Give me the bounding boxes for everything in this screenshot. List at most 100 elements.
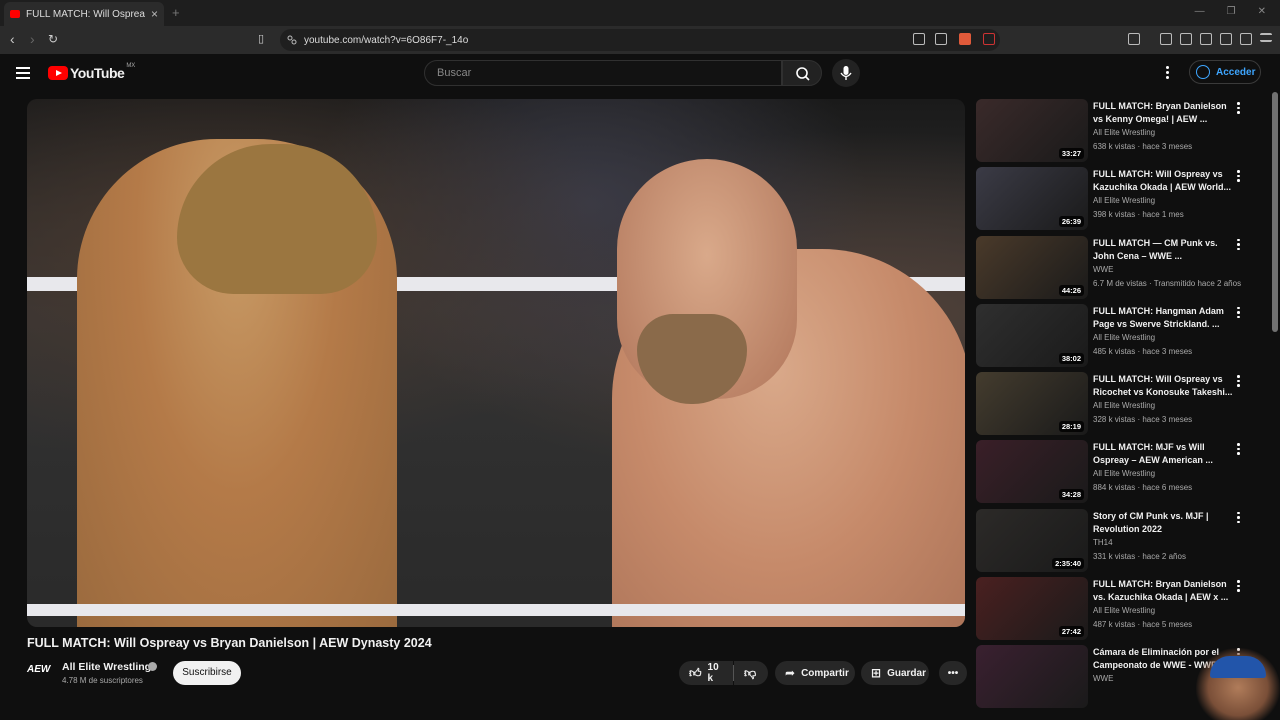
recommendation-channel[interactable]: WWE xyxy=(1093,265,1113,274)
recommendation-channel[interactable]: All Elite Wrestling xyxy=(1093,196,1155,205)
youtube-play-icon xyxy=(48,66,68,80)
recommendation-meta: 328 k vistas · hace 3 meses xyxy=(1093,415,1193,425)
more-vertical-icon[interactable] xyxy=(1237,580,1241,594)
recommendation-channel[interactable]: WWE xyxy=(1093,674,1113,683)
recommendation-title[interactable]: FULL MATCH: MJF vs Will Ospreay – AEW Am… xyxy=(1093,441,1233,467)
duration-badge: 26:39 xyxy=(1058,216,1084,228)
save-button[interactable]: ⊞ Guardar xyxy=(861,661,929,685)
recommendation-title[interactable]: FULL MATCH: Will Ospreay vs Ricochet vs … xyxy=(1093,373,1233,399)
subscribe-button[interactable]: Suscribirse xyxy=(173,661,241,685)
share-label: Compartir xyxy=(801,667,849,679)
sidebar-toggle-icon[interactable] xyxy=(1128,33,1140,45)
reader-icon[interactable] xyxy=(1180,33,1192,45)
url-field[interactable]: youtube.com/watch?v=6O86F7-_14o xyxy=(280,29,1000,51)
recommendation-channel[interactable]: TH14 xyxy=(1093,538,1113,547)
video-thumbnail[interactable]: 27:42 xyxy=(976,577,1088,641)
webcam-cap xyxy=(1210,656,1266,678)
video-thumbnail[interactable]: 38:02 xyxy=(976,303,1088,367)
voice-search-button[interactable] xyxy=(832,59,860,87)
search-button[interactable] xyxy=(782,60,822,86)
address-bar-row: ‹ › ↻ ▯ youtube.com/watch?v=6O86F7-_14o xyxy=(0,26,1280,54)
video-player[interactable] xyxy=(27,99,965,627)
ring-rope-bottom xyxy=(27,604,965,616)
browser-menu-icon[interactable] xyxy=(1260,33,1272,42)
dislike-button[interactable]: 👎︎ xyxy=(734,661,768,685)
bookmark-icon[interactable]: ▯ xyxy=(258,32,264,46)
search-input[interactable]: Buscar xyxy=(424,60,782,86)
video-thumbnail[interactable]: 33:27 xyxy=(976,99,1088,162)
recommendation-meta: 487 k vistas · hace 5 meses xyxy=(1093,620,1193,630)
maximize-icon[interactable]: ❐ xyxy=(1227,6,1236,17)
minimize-icon[interactable]: — xyxy=(1195,6,1205,17)
wallet-icon[interactable] xyxy=(1200,33,1212,45)
ai-icon[interactable] xyxy=(1220,33,1232,45)
more-actions-button[interactable]: ••• xyxy=(939,661,967,685)
more-vertical-icon[interactable] xyxy=(1237,238,1241,253)
video-thumbnail[interactable]: 44:26 xyxy=(976,235,1088,299)
recommendation-channel[interactable]: All Elite Wrestling xyxy=(1093,401,1155,410)
close-window-icon[interactable]: ✕ xyxy=(1258,6,1266,17)
more-vertical-icon[interactable] xyxy=(1237,170,1241,184)
recommendation-channel[interactable]: All Elite Wrestling xyxy=(1093,606,1155,615)
recommendation-title[interactable]: FULL MATCH: Hangman Adam Page vs Swerve … xyxy=(1093,305,1233,331)
recommendation-item[interactable]: 26:39 FULL MATCH: Will Ospreay vs Kazuch… xyxy=(976,167,1252,235)
microphone-icon xyxy=(840,66,852,80)
verified-icon xyxy=(148,662,157,671)
like-button[interactable]: 👍︎ 10 k xyxy=(679,661,733,685)
browser-tab[interactable]: FULL MATCH: Will Ospreay vs Br × xyxy=(4,2,164,26)
recommendation-title[interactable]: FULL MATCH: Will Ospreay vs Kazuchika Ok… xyxy=(1093,168,1233,194)
video-thumbnail[interactable]: 34:28 xyxy=(976,440,1088,504)
video-thumbnail[interactable] xyxy=(976,645,1088,709)
recommendation-item[interactable]: 44:26 FULL MATCH — CM Punk vs. John Cena… xyxy=(976,235,1252,304)
vpn-icon[interactable] xyxy=(1240,33,1252,45)
page-scrollbar[interactable] xyxy=(1272,92,1278,332)
channel-avatar[interactable]: AEW xyxy=(27,664,53,680)
share-icon: ➦ xyxy=(785,666,796,680)
cast-icon[interactable] xyxy=(913,33,925,45)
recommendation-title[interactable]: FULL MATCH: Bryan Danielson vs Kenny Ome… xyxy=(1093,100,1233,126)
forward-icon[interactable]: › xyxy=(30,32,35,46)
youtube-logo[interactable]: YouTube MX xyxy=(48,63,135,81)
back-icon[interactable]: ‹ xyxy=(10,32,15,46)
new-tab-icon[interactable]: + xyxy=(172,5,180,20)
reload-icon[interactable]: ↻ xyxy=(48,32,58,46)
video-thumbnail[interactable]: 2:35:40 xyxy=(976,508,1088,572)
duration-badge: 34:28 xyxy=(1058,489,1084,501)
recommendation-item[interactable]: 34:28 FULL MATCH: MJF vs Will Ospreay – … xyxy=(976,440,1252,508)
more-vertical-icon[interactable] xyxy=(1237,102,1241,116)
more-horizontal-icon: ••• xyxy=(947,667,959,679)
menu-icon[interactable] xyxy=(16,67,30,79)
duration-badge: 28:19 xyxy=(1058,421,1084,433)
recommendation-channel[interactable]: All Elite Wrestling xyxy=(1093,128,1155,137)
video-thumbnail[interactable]: 28:19 xyxy=(976,372,1088,436)
recommendation-title[interactable]: FULL MATCH — CM Punk vs. John Cena – WWE… xyxy=(1093,237,1233,263)
settings-more-icon[interactable] xyxy=(1166,66,1170,81)
share-button[interactable]: ➦ Compartir xyxy=(775,661,855,685)
more-vertical-icon[interactable] xyxy=(1237,375,1241,389)
recommendation-item[interactable]: 28:19 FULL MATCH: Will Ospreay vs Ricoch… xyxy=(976,372,1252,440)
account-icon xyxy=(1196,65,1210,79)
site-info-icon[interactable] xyxy=(286,34,298,46)
rewards-icon[interactable] xyxy=(983,33,995,45)
browser-tab-bar: FULL MATCH: Will Ospreay vs Br × + — ❐ ✕ xyxy=(0,0,1280,26)
close-tab-icon[interactable]: × xyxy=(151,7,158,21)
recommendation-channel[interactable]: All Elite Wrestling xyxy=(1093,333,1155,342)
more-vertical-icon[interactable] xyxy=(1237,306,1241,321)
video-thumbnail[interactable]: 26:39 xyxy=(976,167,1088,231)
signin-button[interactable]: Acceder xyxy=(1189,60,1261,84)
recommendation-title[interactable]: FULL MATCH: Bryan Danielson vs. Kazuchik… xyxy=(1093,578,1233,604)
more-vertical-icon[interactable] xyxy=(1237,443,1241,457)
music-icon[interactable] xyxy=(1160,33,1172,45)
recommendation-item[interactable]: 38:02 FULL MATCH: Hangman Adam Page vs S… xyxy=(976,303,1252,372)
recommendation-item[interactable]: 33:27 FULL MATCH: Bryan Danielson vs Ken… xyxy=(976,99,1252,167)
recommendation-title[interactable]: Story of CM Punk vs. MJF | Revolution 20… xyxy=(1093,510,1233,536)
duration-badge: 2:35:40 xyxy=(1052,557,1084,569)
recommendation-channel[interactable]: All Elite Wrestling xyxy=(1093,469,1155,478)
recommendation-item[interactable]: 2:35:40 Story of CM Punk vs. MJF | Revol… xyxy=(976,508,1252,577)
channel-name[interactable]: All Elite Wrestling xyxy=(62,661,151,673)
share-page-icon[interactable] xyxy=(935,33,947,45)
recommendation-item[interactable]: 27:42 FULL MATCH: Bryan Danielson vs. Ka… xyxy=(976,577,1252,645)
search-icon xyxy=(796,67,810,81)
more-vertical-icon[interactable] xyxy=(1237,511,1241,526)
shield-extension-icon[interactable] xyxy=(959,33,971,45)
